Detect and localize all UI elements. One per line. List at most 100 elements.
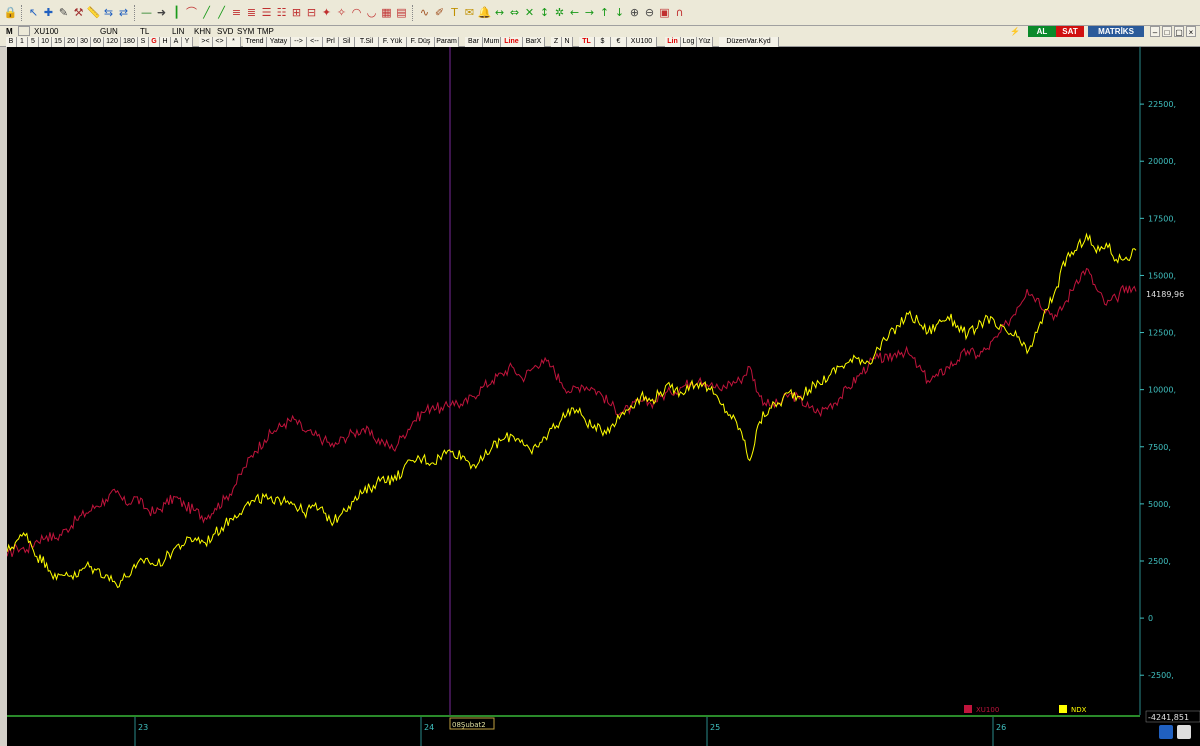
arc2-icon[interactable]: ◡ [365, 6, 378, 20]
up-icon[interactable]: ↑ [598, 6, 611, 20]
ruler-icon[interactable]: 📏 [87, 6, 101, 20]
nav-button-1[interactable]: <> [213, 37, 227, 47]
axis-lin[interactable]: Lin [665, 37, 681, 47]
period-20[interactable]: 20 [65, 37, 78, 47]
down-icon[interactable]: ↓ [613, 6, 626, 20]
scroll-button-2[interactable] [1177, 725, 1191, 739]
tool-yatay[interactable]: Yatay [267, 37, 291, 47]
tool--[interactable]: --> [291, 37, 307, 47]
fan2-icon[interactable]: ✧ [335, 6, 348, 20]
minimize-icon[interactable]: – [1150, 26, 1160, 37]
grid-icon[interactable]: ▦ [380, 6, 393, 20]
updown-icon[interactable]: ↕ [538, 6, 551, 20]
flag-z[interactable]: Z [551, 37, 562, 47]
style-barx[interactable]: BarX [523, 37, 545, 47]
cursor-icon[interactable]: ↖ [27, 6, 40, 20]
nav-button-2[interactable]: * [227, 37, 241, 47]
fib-icon[interactable]: ≡ [230, 6, 243, 20]
expand-icon[interactable]: ↔ [493, 6, 506, 20]
restore-icon[interactable]: □ [1162, 26, 1172, 37]
period-60[interactable]: 60 [91, 37, 104, 47]
period-1[interactable]: 1 [17, 37, 28, 47]
period-h[interactable]: H [160, 37, 171, 47]
star-icon[interactable]: ✲ [553, 6, 566, 20]
maximize-icon[interactable]: ▢ [1174, 26, 1184, 37]
brush-icon[interactable]: ✐ [433, 6, 446, 20]
tmp-label[interactable]: TMP [257, 26, 277, 37]
sell-button[interactable]: SAT [1056, 26, 1084, 37]
channel-icon[interactable]: ╱ [200, 6, 213, 20]
close-icon[interactable]: × [1186, 26, 1196, 37]
hammer-icon[interactable]: ⚒ [72, 6, 85, 20]
period-label[interactable]: GUN [100, 26, 128, 37]
period-a[interactable]: A [171, 37, 182, 47]
scroll-button-1[interactable] [1159, 725, 1173, 739]
currency-label[interactable]: TL [140, 26, 156, 37]
fib3-icon[interactable]: ☰ [260, 6, 273, 20]
menu-button[interactable]: M [6, 26, 16, 37]
tool-prl[interactable]: Prl [323, 37, 339, 47]
tool-trend[interactable]: Trend [243, 37, 267, 47]
currency-usd[interactable]: $ [595, 37, 611, 47]
tool-f-d-[interactable]: F. Düş [407, 37, 435, 47]
zoom-in-icon[interactable]: ⊕ [628, 6, 641, 20]
buy-button[interactable]: AL [1028, 26, 1056, 37]
minus-icon[interactable]: — [140, 6, 153, 20]
zoom-out-icon[interactable]: ⊖ [643, 6, 656, 20]
scale-label[interactable]: LIN [172, 26, 190, 37]
wave-icon[interactable]: ∿ [418, 6, 431, 20]
compress-icon[interactable]: ⇔ [508, 6, 521, 20]
symbol-icon[interactable] [18, 26, 30, 36]
channel2-icon[interactable]: ╱ [215, 6, 228, 20]
fib4-icon[interactable]: ☷ [275, 6, 288, 20]
tool-param[interactable]: Param [435, 37, 459, 47]
crosshair-icon[interactable]: ✚ [42, 6, 55, 20]
fan-icon[interactable]: ✦ [320, 6, 333, 20]
tool-f-y-k[interactable]: F. Yük [379, 37, 407, 47]
grid2-icon[interactable]: ▤ [395, 6, 408, 20]
flag-n[interactable]: N [562, 37, 573, 47]
curve-icon[interactable]: ⌒ [185, 6, 198, 20]
magnet-icon[interactable]: ∩ [673, 6, 686, 20]
gann-icon[interactable]: ⊞ [290, 6, 303, 20]
period-15[interactable]: 15 [52, 37, 65, 47]
fib2-icon[interactable]: ≣ [245, 6, 258, 20]
style-mum[interactable]: Mum [483, 37, 501, 47]
note-icon[interactable]: ✉ [463, 6, 476, 20]
period-y[interactable]: Y [182, 37, 193, 47]
style-bar[interactable]: Bar [465, 37, 483, 47]
arrows-icon[interactable]: ⇄ [117, 6, 130, 20]
tool-sil[interactable]: Sil [339, 37, 355, 47]
right-icon[interactable]: → [583, 6, 596, 20]
period-180[interactable]: 180 [121, 37, 138, 47]
vision-icon[interactable]: ➜ [155, 6, 168, 20]
tool-t-sil[interactable]: T.Sil [355, 37, 379, 47]
gann2-icon[interactable]: ⊟ [305, 6, 318, 20]
sym-label[interactable]: SYM [237, 26, 255, 37]
period-30[interactable]: 30 [78, 37, 91, 47]
left-icon[interactable]: ← [568, 6, 581, 20]
pencil-icon[interactable]: ✎ [57, 6, 70, 20]
text-icon[interactable]: T [448, 6, 461, 20]
nav-button-0[interactable]: >< [199, 37, 213, 47]
lock-icon[interactable]: 🔒 [4, 6, 18, 20]
axis-log[interactable]: Log [681, 37, 697, 47]
currency-xu100[interactable]: XU100 [627, 37, 657, 47]
tool--[interactable]: <-- [307, 37, 323, 47]
bell-icon[interactable]: 🔔 [478, 6, 492, 20]
period-120[interactable]: 120 [104, 37, 121, 47]
currency-tl[interactable]: TL [579, 37, 595, 47]
image-icon[interactable]: ▣ [658, 6, 671, 20]
line-icon[interactable]: ┃ [170, 6, 183, 20]
period-s[interactable]: S [138, 37, 149, 47]
align-icon[interactable]: ⇆ [102, 6, 115, 20]
period-10[interactable]: 10 [39, 37, 52, 47]
khn-label[interactable]: KHN [194, 26, 214, 37]
chart-area[interactable]: 22500, 20000, 17500, 15000, 12500, 10000, 7500… [7, 47, 1200, 746]
svd-label[interactable]: SVD [217, 26, 235, 37]
currency-eur[interactable]: € [611, 37, 627, 47]
cross-icon[interactable]: ✕ [523, 6, 536, 20]
period-b[interactable]: B [6, 37, 17, 47]
style-line[interactable]: Line [501, 37, 523, 47]
edit-var-button[interactable]: DüzenVar.Kyd [719, 37, 779, 47]
